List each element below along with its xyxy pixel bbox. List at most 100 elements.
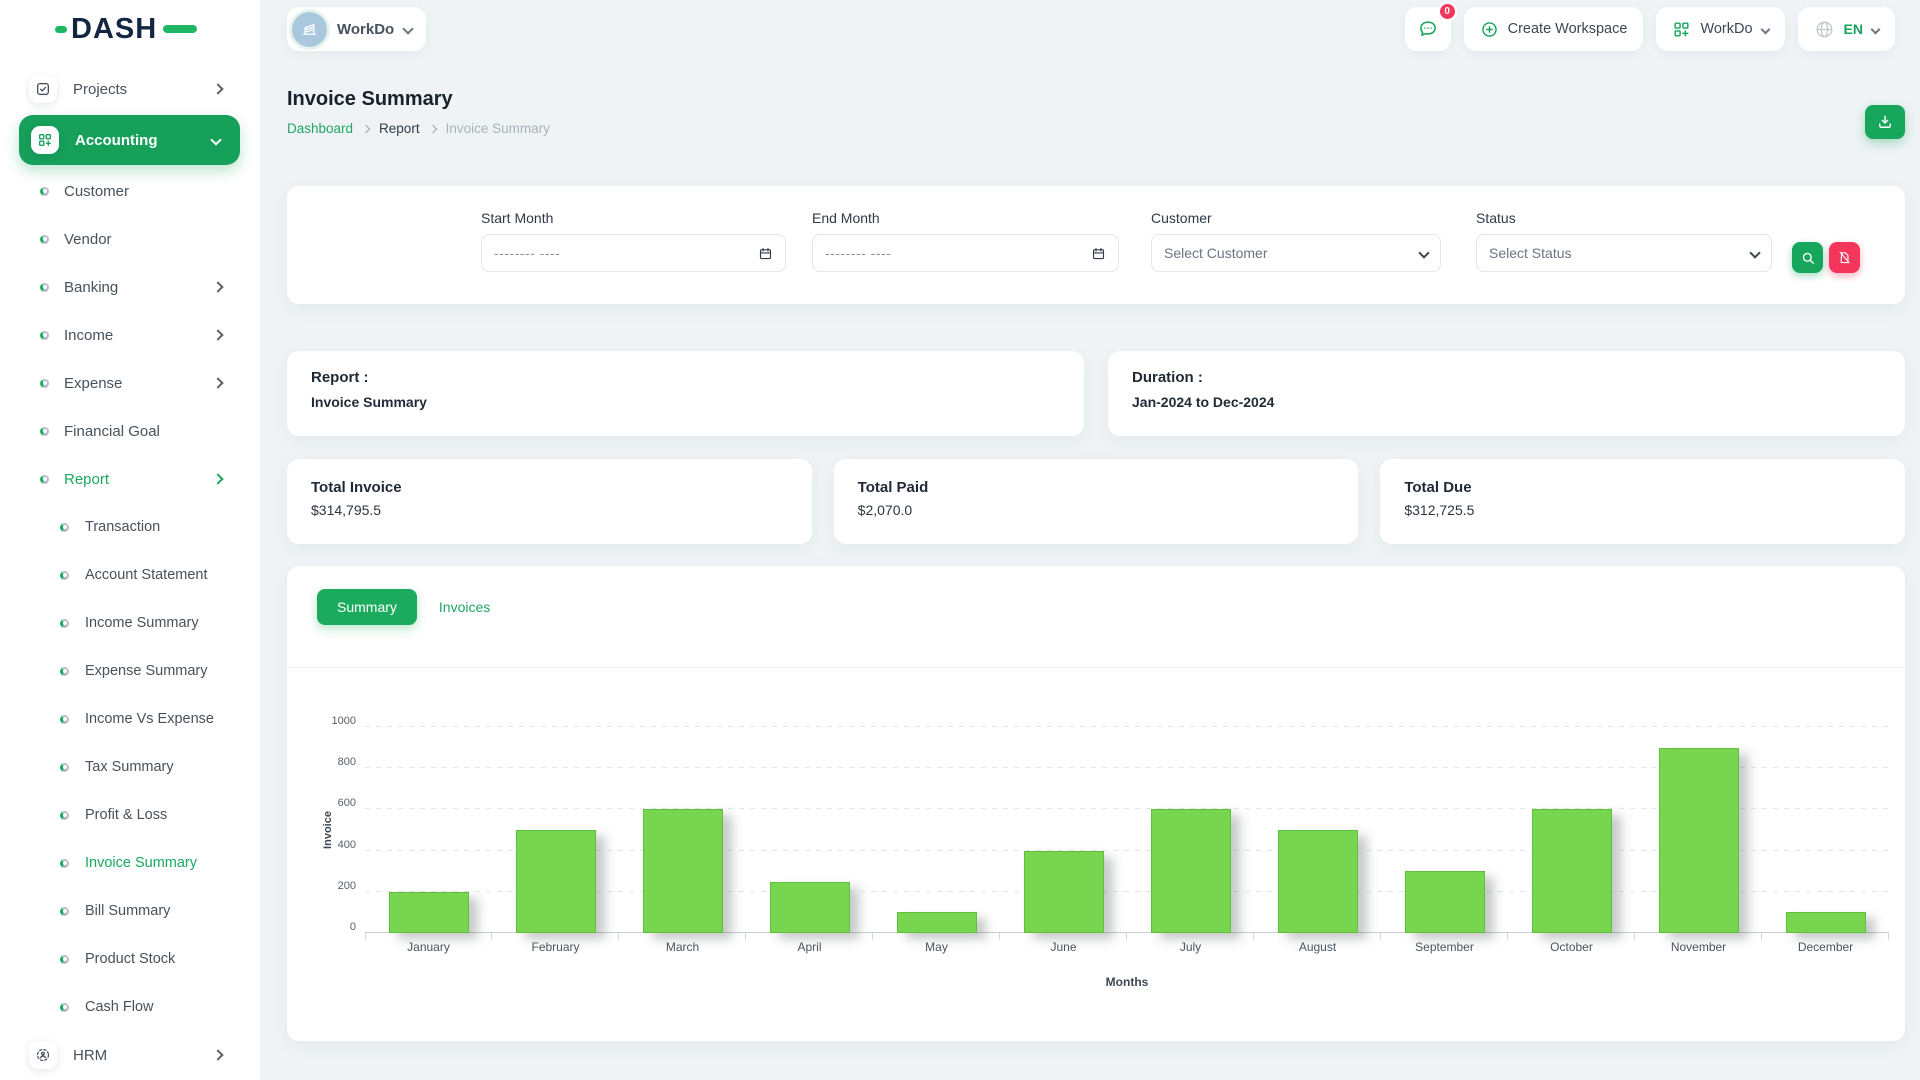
sidebar-item-cash-flow[interactable]: Cash Flow: [0, 983, 260, 1031]
workspace-selector[interactable]: WorkDo: [287, 7, 426, 51]
top-header: WorkDo 0 Create Workspace: [260, 0, 1920, 58]
x-tick-label: August: [1254, 940, 1381, 954]
x-tick-label: February: [492, 940, 619, 954]
y-tick-label: 800: [338, 756, 356, 768]
sidebar-item-income-vs-expense[interactable]: Income Vs Expense: [0, 695, 260, 743]
reset-button[interactable]: [1829, 242, 1860, 273]
sidebar-item-profit-loss[interactable]: Profit & Loss: [0, 791, 260, 839]
create-workspace-button[interactable]: Create Workspace: [1464, 7, 1644, 51]
grid-plus-icon: [31, 126, 59, 154]
sidebar-item-label: Vendor: [64, 231, 112, 248]
sidebar-item-invoice-summary[interactable]: Invoice Summary: [0, 839, 260, 887]
chevron-right-icon: [428, 124, 436, 132]
sidebar-item-product-stock[interactable]: Product Stock: [0, 935, 260, 983]
app-logo[interactable]: DASH: [0, 0, 260, 58]
sidebar-item-label: Projects: [73, 81, 127, 98]
app-menu-label: WorkDo: [1700, 21, 1752, 37]
total-paid-value: $2,070.0: [858, 502, 1335, 518]
x-tick-label: January: [365, 940, 492, 954]
filter-panel: Start Month -------- ---- End Month ----…: [287, 186, 1905, 304]
language-selector[interactable]: EN: [1798, 7, 1895, 51]
sidebar-item-tax-summary[interactable]: Tax Summary: [0, 743, 260, 791]
chevron-right-icon: [212, 329, 223, 340]
checkbox-icon: [29, 75, 57, 103]
sidebar-item-label: Financial Goal: [64, 423, 160, 440]
sidebar-item-income-summary[interactable]: Income Summary: [0, 599, 260, 647]
sidebar-item-label: Income Summary: [85, 615, 199, 631]
end-month-input[interactable]: -------- ----: [812, 234, 1119, 272]
duration-info-title: Duration :: [1132, 369, 1881, 386]
bullet-icon: [60, 667, 69, 676]
customer-label: Customer: [1151, 210, 1441, 226]
sidebar-item-label: Transaction: [85, 519, 160, 535]
invoice-bar-chart: 02004006008001000 JanuaryFebruaryMarchAp…: [365, 727, 1889, 933]
bullet-icon: [60, 715, 69, 724]
sidebar-item-label: Invoice Summary: [85, 855, 197, 871]
sidebar-item-label: Customer: [64, 183, 129, 200]
total-due-label: Total Due: [1404, 479, 1881, 496]
workspace-name: WorkDo: [337, 21, 394, 38]
download-icon: [1876, 113, 1894, 131]
building-avatar: [292, 12, 327, 47]
tab-invoices[interactable]: Invoices: [439, 589, 490, 625]
total-paid-label: Total Paid: [858, 479, 1335, 496]
grid-icon: [1672, 20, 1691, 39]
chevron-down-icon: [403, 23, 414, 34]
bar-january: [389, 892, 469, 933]
sidebar-item-hrm[interactable]: HRM: [0, 1031, 260, 1079]
sidebar-item-bill-summary[interactable]: Bill Summary: [0, 887, 260, 935]
calendar-icon: [1091, 246, 1106, 261]
sidebar-item-expense[interactable]: Expense: [0, 359, 260, 407]
bar-may: [897, 912, 977, 933]
chevron-right-icon: [212, 83, 223, 94]
y-tick-label: 600: [338, 797, 356, 809]
chevron-right-icon: [212, 1049, 223, 1060]
sidebar-item-banking[interactable]: Banking: [0, 263, 260, 311]
bullet-icon: [40, 427, 49, 436]
sidebar-item-accounting[interactable]: Accounting: [19, 115, 240, 165]
sidebar-item-expense-summary[interactable]: Expense Summary: [0, 647, 260, 695]
sidebar-item-label: Income Vs Expense: [85, 711, 214, 727]
end-month-label: End Month: [812, 210, 1119, 226]
sidebar-item-label: Tax Summary: [85, 759, 174, 775]
sidebar-item-financial-goal[interactable]: Financial Goal: [0, 407, 260, 455]
report-info-value: Invoice Summary: [311, 394, 1060, 410]
tab-summary[interactable]: Summary: [317, 589, 417, 625]
reset-icon: [1837, 250, 1852, 265]
sidebar-item-projects[interactable]: Projects: [0, 65, 260, 113]
bullet-icon: [40, 379, 49, 388]
sidebar-item-vendor[interactable]: Vendor: [0, 215, 260, 263]
x-tick-label: November: [1635, 940, 1762, 954]
start-month-input[interactable]: -------- ----: [481, 234, 786, 272]
hrm-icon: [29, 1041, 57, 1069]
x-tick-label: July: [1127, 940, 1254, 954]
app-menu-button[interactable]: WorkDo: [1656, 7, 1784, 51]
messages-button[interactable]: 0: [1405, 7, 1451, 51]
search-button[interactable]: [1792, 242, 1823, 273]
sidebar: DASH Projects Accounting Customer Vendor Ban…: [0, 0, 260, 1080]
sidebar-item-transaction[interactable]: Transaction: [0, 503, 260, 551]
sidebar-item-account-statement[interactable]: Account Statement: [0, 551, 260, 599]
y-tick-label: 0: [350, 921, 356, 933]
chevron-down-icon: [1418, 247, 1429, 258]
download-button[interactable]: [1865, 105, 1905, 139]
sidebar-item-report[interactable]: Report: [0, 455, 260, 503]
y-tick-label: 1000: [332, 715, 356, 727]
status-select[interactable]: Select Status: [1476, 234, 1772, 272]
sidebar-item-label: Account Statement: [85, 567, 208, 583]
chevron-right-icon: [362, 124, 370, 132]
sidebar-item-label: Banking: [64, 279, 118, 296]
logo-accent-icon: [163, 25, 197, 33]
sidebar-item-customer[interactable]: Customer: [0, 167, 260, 215]
x-tick-label: April: [746, 940, 873, 954]
y-axis-title: Invoice: [322, 811, 334, 849]
x-tick-label: May: [873, 940, 1000, 954]
bullet-icon: [60, 619, 69, 628]
create-workspace-label: Create Workspace: [1508, 21, 1628, 37]
sidebar-item-income[interactable]: Income: [0, 311, 260, 359]
breadcrumb-dashboard[interactable]: Dashboard: [287, 121, 353, 136]
customer-select-value: Select Customer: [1164, 245, 1267, 261]
breadcrumb-report[interactable]: Report: [379, 121, 420, 136]
logo-accent-icon: [55, 26, 67, 33]
customer-select[interactable]: Select Customer: [1151, 234, 1441, 272]
